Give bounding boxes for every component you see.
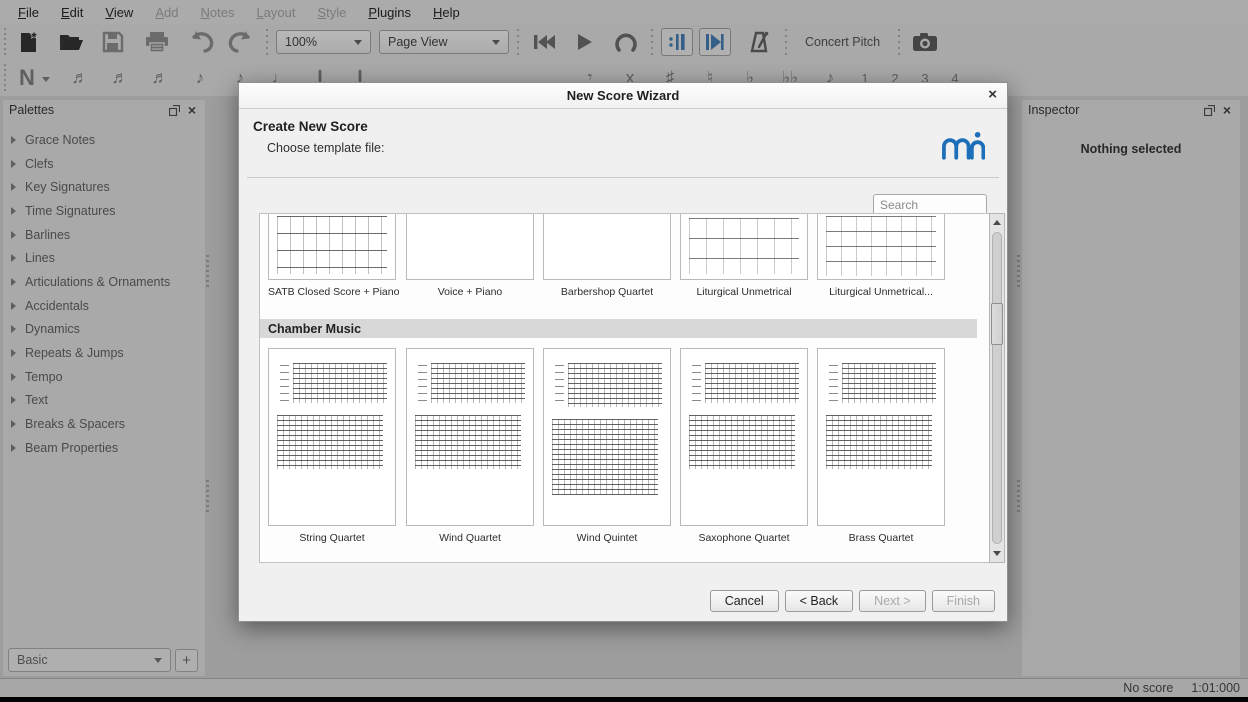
- template-label: Liturgical Unmetrical: [680, 286, 808, 298]
- dialog-title-bar[interactable]: New Score Wizard ×: [239, 83, 1007, 109]
- cancel-button[interactable]: Cancel: [710, 590, 779, 612]
- arrow-up-icon: [993, 216, 1001, 225]
- template-brass-quartet[interactable]: Brass Quartet: [817, 348, 945, 544]
- arrow-down-icon: [993, 551, 1001, 560]
- application-window: File Edit View Add Notes Layout Style Pl…: [0, 0, 1248, 702]
- template-liturgical-unmetrical[interactable]: Liturgical Unmetrical: [680, 214, 808, 298]
- template-label: Wind Quintet: [543, 532, 671, 544]
- template-label: Liturgical Unmetrical...: [817, 286, 945, 298]
- template-string-quartet[interactable]: String Quartet: [268, 348, 396, 544]
- template-list: SATB Closed Score + Piano Voice + Piano …: [259, 213, 994, 563]
- musescore-logo-icon: [939, 123, 985, 168]
- template-liturgical-unmetrical-2[interactable]: Liturgical Unmetrical...: [817, 214, 945, 298]
- template-list-scrollbar[interactable]: [989, 213, 1005, 563]
- template-label: Saxophone Quartet: [680, 532, 808, 544]
- section-header-chamber-music: Chamber Music: [260, 319, 977, 338]
- scroll-down-button[interactable]: [990, 546, 1004, 562]
- template-label: Brass Quartet: [817, 532, 945, 544]
- dialog-separator: [247, 177, 999, 178]
- template-search-input[interactable]: [873, 194, 987, 215]
- template-label: Wind Quartet: [406, 532, 534, 544]
- template-label: Voice + Piano: [406, 286, 534, 298]
- scrollbar-thumb[interactable]: [991, 303, 1003, 345]
- template-label: String Quartet: [268, 532, 396, 544]
- next-button: Next >: [859, 590, 925, 612]
- template-wind-quartet[interactable]: Wind Quartet: [406, 348, 534, 544]
- dialog-close-icon[interactable]: ×: [988, 86, 997, 103]
- dialog-title: New Score Wizard: [567, 88, 680, 103]
- template-saxophone-quartet[interactable]: Saxophone Quartet: [680, 348, 808, 544]
- back-button[interactable]: < Back: [785, 590, 854, 612]
- template-barbershop-quartet[interactable]: Barbershop Quartet: [543, 214, 671, 298]
- finish-button: Finish: [932, 590, 995, 612]
- template-wind-quintet[interactable]: Wind Quintet: [543, 348, 671, 544]
- scrollbar-track[interactable]: [992, 232, 1002, 544]
- dialog-heading: Create New Score: [253, 119, 368, 134]
- new-score-wizard-dialog: New Score Wizard × Create New Score Choo…: [238, 82, 1008, 622]
- dialog-subheading: Choose template file:: [267, 141, 384, 155]
- template-label: SATB Closed Score + Piano: [268, 286, 396, 298]
- scroll-up-button[interactable]: [990, 214, 1004, 230]
- template-satb-closed-score-piano[interactable]: SATB Closed Score + Piano: [268, 214, 396, 298]
- dialog-button-row: Cancel < Back Next > Finish: [710, 590, 995, 612]
- template-label: Barbershop Quartet: [543, 286, 671, 298]
- template-voice-piano[interactable]: Voice + Piano: [406, 214, 534, 298]
